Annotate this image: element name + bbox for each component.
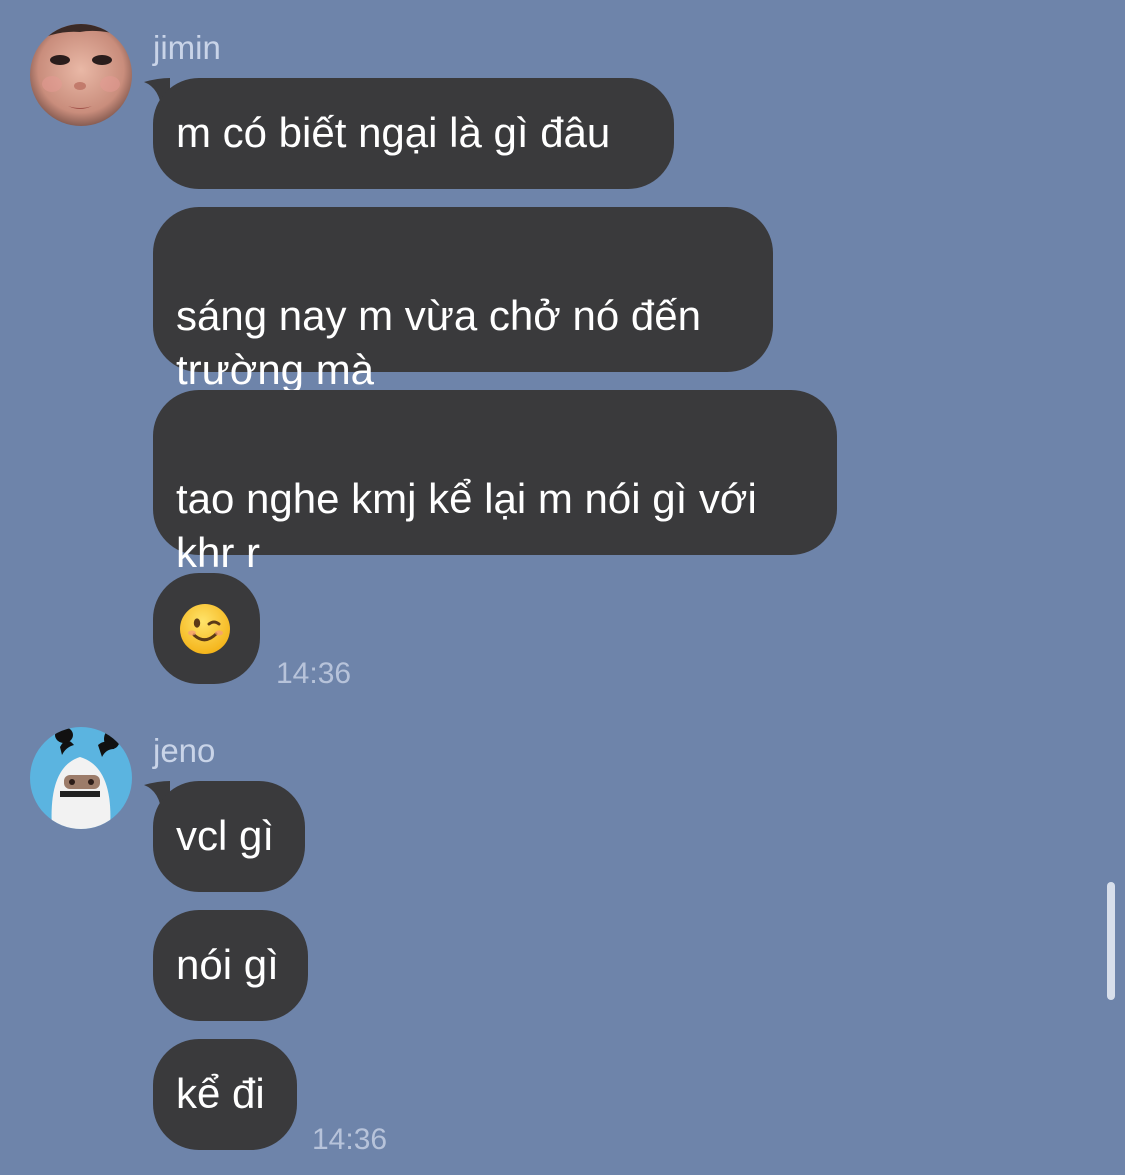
avatar-jeno-image: [30, 727, 132, 829]
chat-scrollbar[interactable]: [1107, 882, 1115, 1000]
message-text: vcl gì: [176, 812, 275, 859]
sender-name-jeno: jeno: [153, 732, 216, 769]
message-bubble[interactable]: nói gì: [153, 910, 308, 1021]
message-text: nói gì: [176, 941, 279, 988]
message-timestamp: 14:36: [312, 1123, 388, 1156]
message-group-jeno: jeno vcl gì nói gì kể đi 14:36: [0, 0, 1100, 1175]
chat-view[interactable]: jimin m có biết ngại là gì đâu sáng nay …: [0, 0, 1125, 1175]
message-bubble[interactable]: kể đi: [153, 1039, 297, 1150]
avatar-jeno[interactable]: [30, 727, 132, 829]
message-text: kể đi: [176, 1070, 265, 1117]
message-bubble[interactable]: vcl gì: [153, 781, 305, 892]
